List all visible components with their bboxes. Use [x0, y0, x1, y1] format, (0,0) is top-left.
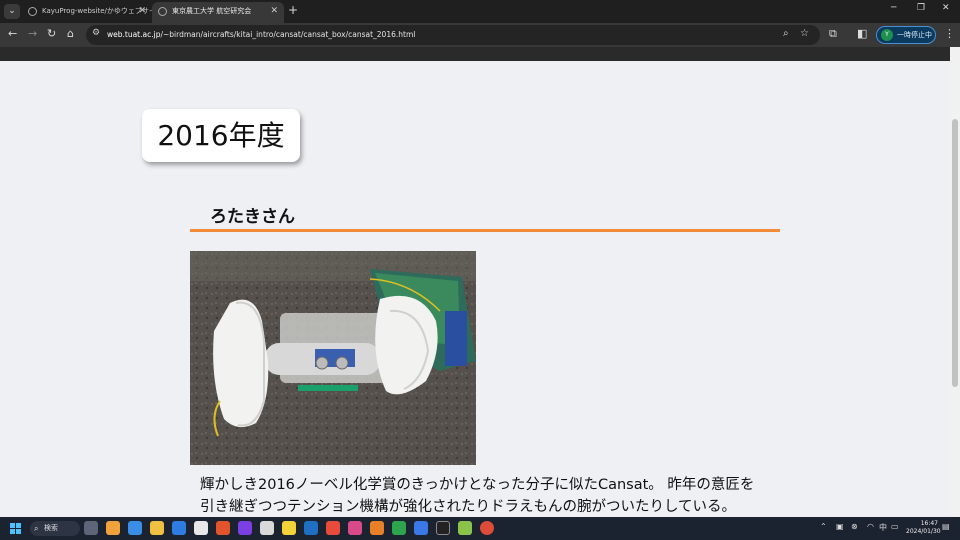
- address-bar[interactable]: ⚙ web.tuat.ac.jp/~birdman/aircrafts/kita…: [86, 25, 820, 45]
- avatar: Y: [881, 29, 893, 41]
- store-icon[interactable]: [128, 521, 142, 535]
- close-icon[interactable]: ✕: [138, 2, 146, 21]
- minimize-icon[interactable]: ─: [891, 3, 896, 13]
- system-clock[interactable]: 16:47 2024/01/30: [906, 520, 941, 536]
- side-panel-icon[interactable]: ◧: [857, 27, 867, 40]
- url-text[interactable]: web.tuat.ac.jp/~birdman/aircrafts/kitai_…: [107, 30, 415, 39]
- heading-underline: [190, 229, 780, 232]
- notepad-icon[interactable]: [260, 521, 274, 535]
- vivaldi-icon[interactable]: [194, 521, 208, 535]
- profile-status: 一時停止中: [897, 31, 932, 39]
- page-content: 2016年度 ろたきさん 輝かしき2016ノーベル化学賞のきっかけとなった分子に…: [0, 61, 950, 517]
- taskbar: ⌕ 検索 ⌃ ▣ ⊗ ◠ 中 ▭ 16:47 2024/01/30 ▤: [0, 517, 960, 540]
- bookmark-star-icon[interactable]: ☆: [800, 28, 809, 39]
- gmail-icon[interactable]: [326, 521, 340, 535]
- mail-icon[interactable]: [348, 521, 362, 535]
- editor-icon[interactable]: [414, 521, 428, 535]
- brave-icon[interactable]: [216, 521, 230, 535]
- outlook-icon[interactable]: [304, 521, 318, 535]
- profile-button[interactable]: Y 一時停止中: [876, 26, 936, 44]
- tab-tuat[interactable]: 東京農工大学 航空研究会 ✕: [152, 2, 284, 23]
- back-icon[interactable]: ←: [8, 27, 17, 40]
- git-icon[interactable]: [458, 521, 472, 535]
- taskbar-search-label: 検索: [44, 524, 58, 532]
- browser-toolbar: ← → ↻ ⌂ ⚙ web.tuat.ac.jp/~birdman/aircra…: [0, 23, 960, 47]
- wifi-icon[interactable]: ◠: [867, 522, 874, 531]
- task-view-icon[interactable]: [84, 521, 98, 535]
- ime-icon[interactable]: 中: [879, 522, 887, 533]
- globe-icon: [158, 7, 167, 16]
- new-tab-button[interactable]: +: [288, 3, 298, 17]
- battery-icon[interactable]: ▭: [891, 522, 899, 531]
- windows-start-icon[interactable]: [10, 523, 22, 535]
- tab-title: 東京農工大学 航空研究会: [172, 7, 252, 15]
- sticky-notes-icon[interactable]: [282, 521, 296, 535]
- page-scrollbar[interactable]: [950, 47, 960, 517]
- year-title: 2016年度: [142, 109, 300, 162]
- browser-tab-bar: ⌄ KayuProg-website/かゆウェブサイ… ✕ 東京農工大学 航空研…: [0, 0, 960, 23]
- reload-icon[interactable]: ↻: [47, 27, 56, 40]
- extensions-icon[interactable]: ⧉: [829, 27, 837, 41]
- globe-icon: [28, 7, 37, 16]
- close-window-icon[interactable]: ✕: [942, 3, 950, 13]
- tab-kayuprog[interactable]: KayuProg-website/かゆウェブサイ… ✕: [22, 2, 152, 23]
- tab-search-icon[interactable]: ⌄: [4, 4, 20, 19]
- terminal-icon[interactable]: [436, 521, 450, 535]
- url-host: web.tuat.ac.jp: [107, 30, 161, 39]
- dropbox-icon[interactable]: [172, 521, 186, 535]
- taskbar-search[interactable]: ⌕ 検索: [30, 521, 80, 536]
- url-path: /~birdman/aircrafts/kitai_intro/cansat/c…: [160, 30, 416, 39]
- search-icon: ⌕: [34, 524, 39, 533]
- restore-icon[interactable]: ❐: [917, 3, 925, 13]
- tab-title: KayuProg-website/かゆウェブサイ…: [42, 7, 152, 15]
- blender-icon[interactable]: [370, 521, 384, 535]
- tray-status-icon[interactable]: ⊗: [851, 522, 858, 531]
- app-search-icon[interactable]: [106, 521, 120, 535]
- scrollbar-thumb[interactable]: [952, 119, 958, 387]
- menu-icon[interactable]: ⋮: [944, 27, 955, 40]
- file-explorer-icon[interactable]: [150, 521, 164, 535]
- excel-icon[interactable]: [392, 521, 406, 535]
- chrome-icon[interactable]: [480, 521, 494, 535]
- tray-app-icon[interactable]: ▣: [836, 522, 844, 531]
- tray-chevron-icon[interactable]: ⌃: [820, 522, 827, 531]
- onenote-icon[interactable]: [238, 521, 252, 535]
- clock-date: 2024/01/30: [906, 528, 941, 535]
- forward-icon[interactable]: →: [28, 27, 37, 40]
- cansat-photo: [190, 251, 476, 465]
- clock-time: 16:47: [920, 520, 938, 527]
- section-heading: ろたきさん: [210, 207, 295, 227]
- zoom-icon[interactable]: ⌕: [783, 28, 789, 39]
- notification-icon[interactable]: ▤: [942, 522, 950, 531]
- home-icon[interactable]: ⌂: [67, 27, 74, 40]
- cansat-description: 輝かしき2016ノーベル化学賞のきっかけとなった分子に似たCansat。 昨年の…: [200, 477, 755, 515]
- site-header-strip: [0, 47, 950, 61]
- close-icon[interactable]: ✕: [270, 2, 278, 21]
- site-info-icon[interactable]: ⚙: [92, 28, 100, 38]
